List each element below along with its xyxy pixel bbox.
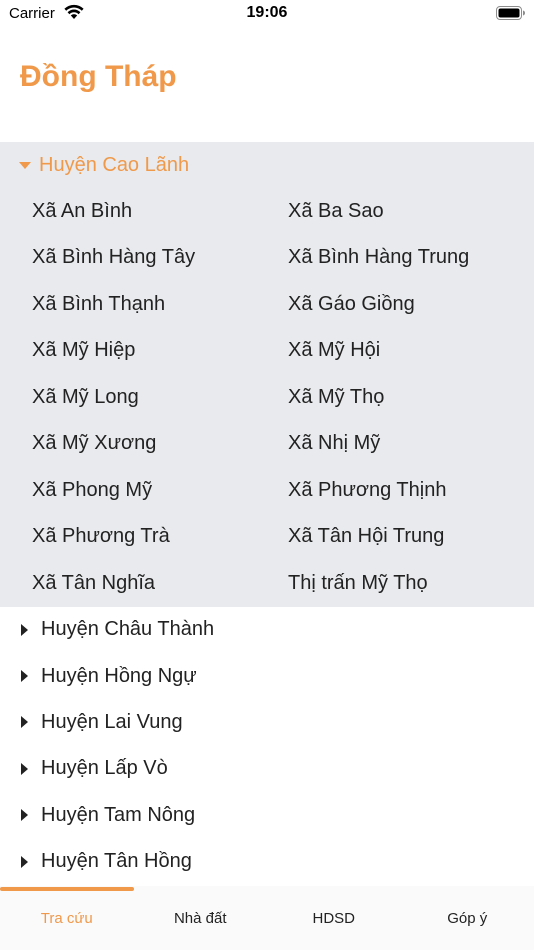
district-collapsed-list: Huyện Châu Thành Huyện Hồng Ngự Huyện La… <box>0 607 534 885</box>
district-name: Huyện Hồng Ngự <box>41 664 197 687</box>
commune-grid: Xã An Bình Xã Ba Sao Xã Bình Hàng Tây Xã… <box>0 188 534 607</box>
clock: 19:06 <box>246 4 288 21</box>
commune-item[interactable]: Xã Ba Sao <box>288 188 534 235</box>
commune-item[interactable]: Xã An Bình <box>32 188 288 235</box>
caret-right-icon <box>21 762 28 775</box>
caret-right-icon <box>21 670 28 683</box>
commune-item[interactable]: Xã Nhị Mỹ <box>288 421 534 468</box>
caret-right-icon <box>21 809 28 822</box>
tab-bar: Tra cứu Nhà đất HDSD Góp ý <box>0 886 534 950</box>
commune-item[interactable]: Xã Tân Nghĩa <box>32 560 288 607</box>
tabs: Tra cứu Nhà đất HDSD Góp ý <box>0 886 534 950</box>
district-name: Huyện Lai Vung <box>41 710 183 733</box>
commune-item[interactable]: Xã Mỹ Hiệp <box>32 328 288 375</box>
district-header-collapsed[interactable]: Huyện Tân Hồng <box>0 838 534 884</box>
district-header-collapsed[interactable]: Huyện Lai Vung <box>0 699 534 745</box>
caret-right-icon <box>21 623 28 636</box>
district-name: Huyện Tam Nông <box>41 803 196 826</box>
page-title: Đồng Tháp <box>20 60 177 93</box>
commune-item[interactable]: Xã Phương Trà <box>32 514 288 561</box>
caret-down-icon <box>19 161 31 169</box>
commune-item[interactable]: Xã Tân Hội Trung <box>288 514 534 561</box>
commune-item[interactable]: Thị trấn Mỹ Thọ <box>288 560 534 607</box>
caret-right-icon <box>21 716 28 729</box>
district-name: Huyện Tân Hồng <box>41 850 192 873</box>
commune-item[interactable]: Xã Mỹ Hội <box>288 328 534 375</box>
battery-icon <box>496 6 525 20</box>
district-header-collapsed[interactable]: Huyện Châu Thành <box>0 607 534 653</box>
tab-tra-cuu[interactable]: Tra cứu <box>0 886 134 950</box>
commune-item[interactable]: Xã Mỹ Long <box>32 374 288 421</box>
commune-item[interactable]: Xã Bình Hàng Tây <box>32 235 288 282</box>
district-name: Huyện Cao Lãnh <box>39 153 190 176</box>
district-header-collapsed[interactable]: Huyện Tam Nông <box>0 792 534 838</box>
district-header-expanded[interactable]: Huyện Cao Lãnh <box>0 142 534 188</box>
tab-gop-y[interactable]: Góp ý <box>401 886 534 950</box>
commune-item[interactable]: Xã Phong Mỹ <box>32 467 288 514</box>
district-name: Huyện Châu Thành <box>41 618 215 641</box>
district-name: Huyện Lấp Vò <box>41 757 168 780</box>
district-expanded: Huyện Cao Lãnh Xã An Bình Xã Ba Sao Xã B… <box>0 142 534 607</box>
commune-item[interactable]: Xã Mỹ Thọ <box>288 374 534 421</box>
commune-item[interactable]: Xã Bình Thạnh <box>32 281 288 328</box>
caret-right-icon <box>21 855 28 868</box>
commune-item[interactable]: Xã Phương Thịnh <box>288 467 534 514</box>
district-header-collapsed[interactable]: Huyện Lấp Vò <box>0 746 534 792</box>
commune-item[interactable]: Xã Gáo Giồng <box>288 281 534 328</box>
district-header-collapsed[interactable]: Huyện Hồng Ngự <box>0 653 534 699</box>
commune-item[interactable]: Xã Mỹ Xương <box>32 421 288 468</box>
status-bar: Carrier 19:06 <box>0 0 534 30</box>
tab-nha-dat[interactable]: Nhà đất <box>134 886 268 950</box>
district-list: Huyện Cao Lãnh Xã An Bình Xã Ba Sao Xã B… <box>0 142 534 885</box>
commune-item[interactable]: Xã Bình Hàng Trung <box>288 235 534 282</box>
tab-hdsd[interactable]: HDSD <box>267 886 401 950</box>
